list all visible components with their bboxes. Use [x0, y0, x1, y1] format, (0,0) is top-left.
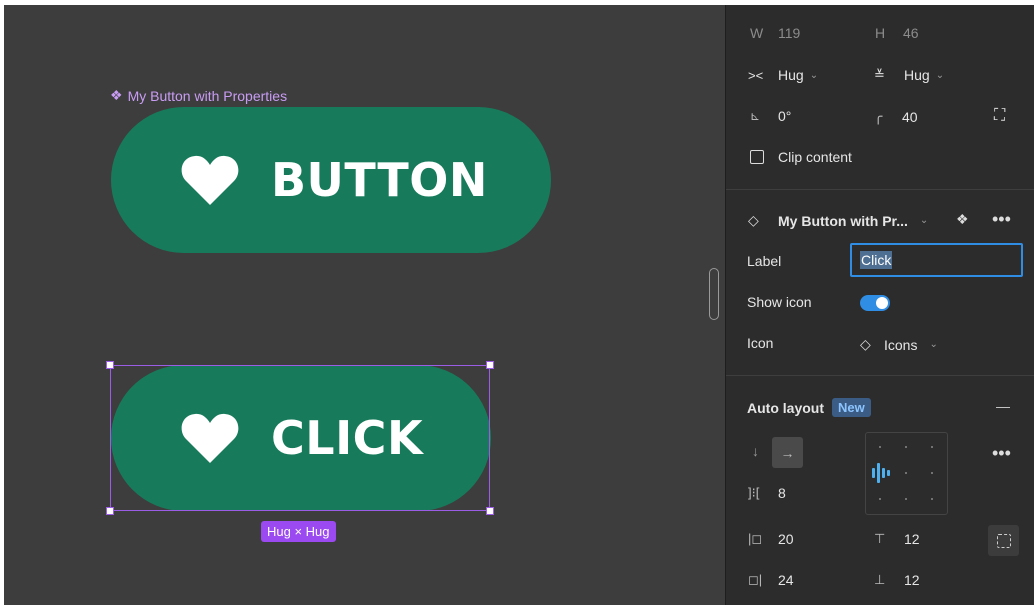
- auto-layout-header: Auto layout New: [747, 398, 871, 417]
- properties-panel: W 119 H 46 >< Hug ⌄ ≚ Hug ⌄ ⊾ 0° ╭ 40 ⛶: [725, 5, 1034, 605]
- resize-handle-top-left[interactable]: [106, 361, 114, 369]
- toggle-knob: [876, 297, 888, 309]
- padding-icon: [996, 533, 1011, 548]
- panel-resize-handle[interactable]: [709, 268, 719, 320]
- align-bar: [872, 468, 875, 478]
- align-dot: [879, 498, 881, 500]
- horizontal-sizing-dropdown[interactable]: >< Hug ⌄: [748, 67, 818, 83]
- auto-layout-settings-icon[interactable]: •••: [992, 443, 1011, 464]
- heart-icon: [181, 155, 239, 205]
- vertical-direction-icon[interactable]: ↓: [752, 443, 759, 459]
- component-label-text: My Button with Properties: [127, 87, 288, 104]
- show-icon-property: Show icon: [747, 294, 812, 310]
- align-bar: [887, 470, 890, 476]
- align-dot: [931, 498, 933, 500]
- horizontal-direction-button[interactable]: →: [772, 437, 803, 468]
- component-label[interactable]: ❖ My Button with Properties: [110, 87, 287, 104]
- app-window: ❖ My Button with Properties BUTTON CLICK…: [4, 5, 1034, 605]
- chevron-down-icon: ⌄: [935, 69, 945, 81]
- icon-property: Icon: [747, 335, 774, 351]
- design-canvas[interactable]: ❖ My Button with Properties BUTTON CLICK…: [4, 5, 725, 605]
- align-bar: [877, 463, 880, 483]
- align-dot: [879, 446, 881, 448]
- vertical-sizing-dropdown[interactable]: ≚ Hug ⌄: [874, 67, 944, 83]
- resize-handle-bottom-left[interactable]: [106, 507, 114, 515]
- label-property: Label: [747, 253, 782, 269]
- chevron-down-icon: ⌄: [929, 339, 938, 350]
- width-field[interactable]: W 119: [750, 25, 800, 41]
- new-badge: New: [832, 398, 871, 417]
- component-icon: ❖: [110, 87, 123, 103]
- clip-content-checkbox[interactable]: Clip content: [750, 149, 852, 165]
- resize-handle-top-right[interactable]: [486, 361, 494, 369]
- checkbox[interactable]: [750, 150, 764, 164]
- padding-bottom-icon: ⊥: [874, 572, 886, 587]
- corner-radius-icon: ╭: [874, 108, 883, 124]
- divider: [726, 189, 1034, 190]
- align-dot: [905, 498, 907, 500]
- align-dot: [931, 472, 933, 474]
- component-instance-header[interactable]: ◇ My Button with Pr... ⌄: [748, 212, 928, 229]
- go-to-main-component-icon[interactable]: ❖: [956, 211, 969, 228]
- align-bar: [882, 468, 885, 478]
- instance-diamond-icon: ◇: [748, 212, 759, 228]
- alignment-grid[interactable]: [865, 432, 948, 515]
- resize-handle-bottom-right[interactable]: [486, 507, 494, 515]
- size-tag: Hug × Hug: [261, 521, 336, 542]
- rotation-icon: ⊾: [750, 109, 761, 123]
- gap-icon: ]⁝[: [748, 485, 760, 500]
- icon-swap-dropdown[interactable]: ◇ Icons ⌄: [860, 336, 938, 353]
- padding-left-field[interactable]: |◻ 20: [748, 531, 794, 547]
- independent-padding-button[interactable]: [988, 525, 1019, 556]
- remove-auto-layout-icon[interactable]: —: [996, 398, 1010, 414]
- button-component-main[interactable]: BUTTON: [111, 107, 551, 253]
- align-dot: [905, 446, 907, 448]
- instance-diamond-icon: ◇: [860, 336, 871, 352]
- height-field[interactable]: H 46: [875, 25, 919, 41]
- rotation-field[interactable]: ⊾ 0°: [750, 108, 791, 124]
- vertical-resize-icon: ≚: [874, 67, 885, 82]
- padding-right-icon: ◻|: [748, 572, 763, 587]
- padding-right-field[interactable]: ◻| 24: [748, 572, 794, 588]
- show-icon-toggle[interactable]: [860, 295, 890, 311]
- gap-field[interactable]: ]⁝[ 8: [748, 485, 786, 501]
- align-dot: [905, 472, 907, 474]
- align-dot: [931, 446, 933, 448]
- more-options-icon[interactable]: •••: [992, 209, 1011, 230]
- padding-top-field[interactable]: ⊤ 12: [874, 531, 920, 547]
- horizontal-resize-icon: ><: [748, 67, 764, 83]
- padding-top-icon: ⊤: [874, 531, 886, 546]
- button-label: BUTTON: [271, 153, 488, 207]
- chevron-down-icon: ⌄: [809, 69, 819, 81]
- padding-bottom-field[interactable]: ⊥ 12: [874, 572, 920, 588]
- label-text-input[interactable]: Click: [850, 243, 1023, 277]
- selection-box[interactable]: [110, 365, 490, 511]
- padding-left-icon: |◻: [748, 531, 763, 546]
- corner-radius-field[interactable]: ╭ 40: [874, 108, 918, 125]
- independent-corners-icon[interactable]: ⛶: [994, 107, 1005, 125]
- divider: [726, 375, 1034, 376]
- chevron-down-icon: ⌄: [919, 215, 929, 226]
